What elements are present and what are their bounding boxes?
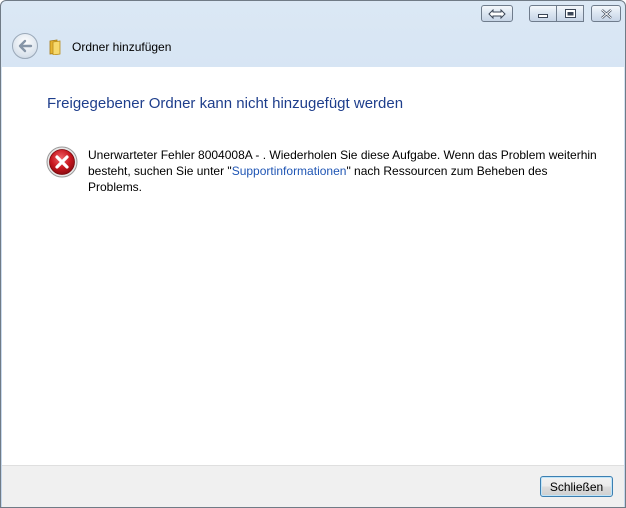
minimize-icon — [538, 13, 548, 18]
maximize-icon — [564, 9, 576, 18]
close-window-button[interactable] — [591, 5, 621, 22]
title-bar — [1, 1, 625, 27]
main-instruction: Freigegebener Ordner kann nicht hinzugef… — [47, 95, 404, 112]
support-info-link[interactable]: Supportinformationen — [232, 164, 347, 178]
dialog-window: Ordner hinzufügen Freigegebener Ordner k… — [0, 0, 626, 508]
close-icon — [600, 8, 612, 19]
error-icon — [46, 146, 78, 178]
folder-icon — [49, 39, 61, 55]
dialog-title: Ordner hinzufügen — [72, 40, 172, 54]
button-bar: Schließen — [2, 465, 624, 507]
close-button[interactable]: Schließen — [540, 476, 613, 497]
maximize-button[interactable] — [556, 5, 584, 22]
error-message: Unerwarteter Fehler 8004008A - . Wiederh… — [88, 147, 603, 195]
minimize-button[interactable] — [529, 5, 557, 22]
back-arrow-icon — [18, 39, 33, 53]
back-button[interactable] — [12, 33, 38, 59]
navigation-bar: Ordner hinzufügen — [2, 27, 624, 67]
switch-window-button[interactable] — [481, 5, 513, 22]
switch-windows-icon — [488, 8, 506, 19]
content-area: Freigegebener Ordner kann nicht hinzugef… — [2, 67, 624, 465]
